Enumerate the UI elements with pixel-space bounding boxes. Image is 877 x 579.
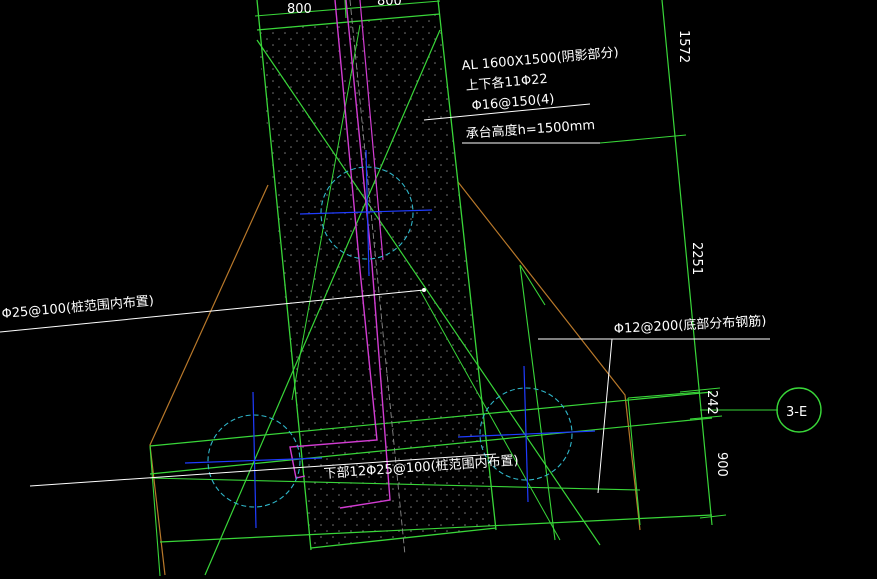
leader-dot: [422, 288, 426, 292]
dim-top-right: 800: [377, 0, 402, 9]
dim-tick-1: [599, 134, 687, 144]
pile-cap-section-drawing: AL 1600X1500(阴影部分) 上下各11Φ22 Φ16@150(4) 承…: [0, 0, 822, 577]
distribution-bar-label: Φ12@200(底部分布钢筋): [613, 313, 766, 337]
leader-distribution-down: [597, 338, 613, 494]
bottom-mesh-left-label: Φ25@100(桩范围内布置): [1, 293, 155, 322]
beam-stirrup-label: Φ16@150(4): [471, 92, 555, 114]
dim-1572: 1572: [676, 30, 691, 63]
axis-bubble-3e[interactable]: 3-E: [776, 387, 822, 433]
dim-2251: 2251: [689, 242, 704, 275]
axis-label: 3-E: [786, 405, 807, 420]
cap-height-label: 承台高度h=1500mm: [465, 117, 595, 142]
cad-drawing-canvas[interactable]: AL 1600X1500(阴影部分) 上下各11Φ22 Φ16@150(4) 承…: [0, 0, 877, 579]
cap-outline-orange: [149, 184, 269, 576]
cap-right-vertical: [627, 397, 641, 526]
beam-title-label: AL 1600X1500(阴影部分): [461, 45, 619, 74]
beam-top-bottom-label: 上下各11Φ22: [465, 71, 548, 94]
inner-vertical-green-2: [519, 264, 546, 306]
cap-left-vertical: [149, 445, 161, 577]
dim-top-left: 800: [287, 2, 312, 17]
dim-900: 900: [714, 452, 729, 477]
dim-242: 242: [704, 390, 719, 415]
